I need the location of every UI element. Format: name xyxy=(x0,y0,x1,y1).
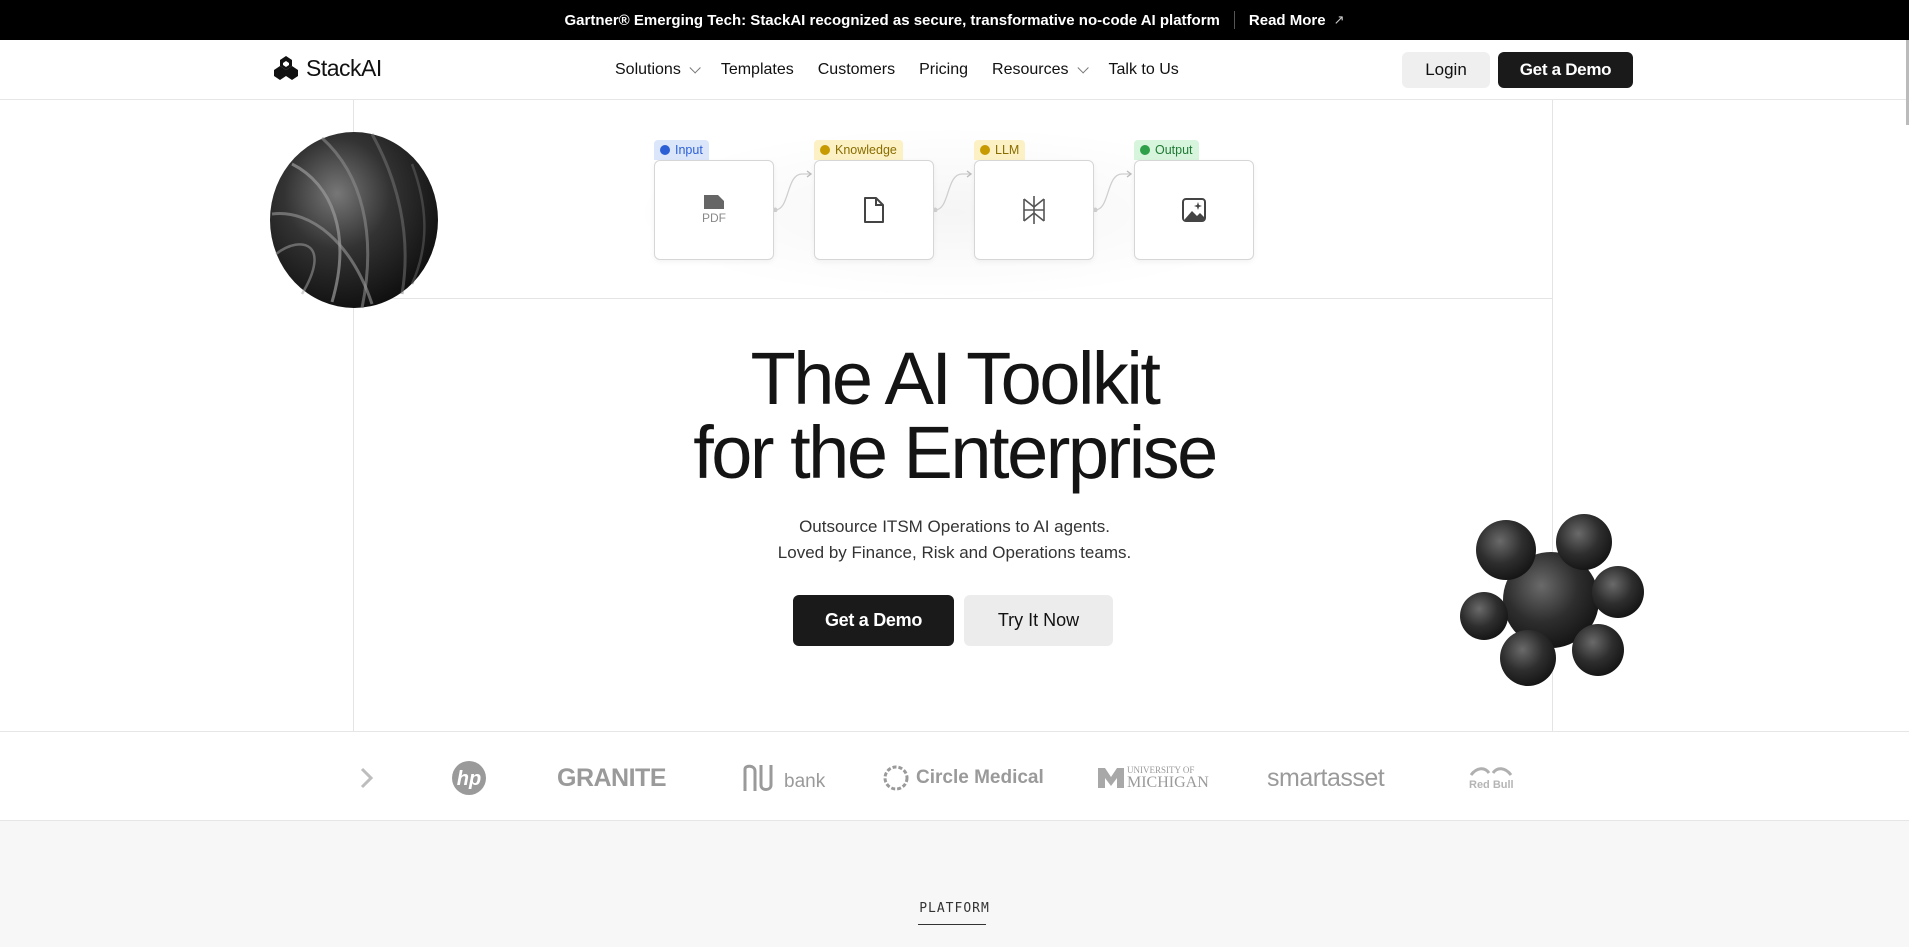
redbull-logo-text: Red Bull xyxy=(1469,779,1514,791)
get-demo-nav-button[interactable]: Get a Demo xyxy=(1498,52,1633,88)
pipeline-node-llm[interactable] xyxy=(974,160,1094,260)
announcement-bar: Gartner® Emerging Tech: StackAI recogniz… xyxy=(0,0,1909,40)
hero-subtitle-line-1: Outsource ITSM Operations to AI agents. xyxy=(799,517,1110,536)
node-tag-label: Knowledge xyxy=(835,143,897,157)
output-status-icon xyxy=(1140,145,1150,155)
hero-subtitle: Outsource ITSM Operations to AI agents. … xyxy=(0,514,1909,566)
knowledge-status-icon xyxy=(820,145,830,155)
pipeline-node-input[interactable]: PDF xyxy=(654,160,774,260)
get-demo-hero-button[interactable]: Get a Demo xyxy=(793,595,954,646)
nav-item-pricing[interactable]: Pricing xyxy=(919,61,968,79)
umich-logo-text-bottom: MICHIGAN xyxy=(1127,773,1209,791)
nav-item-label: Templates xyxy=(720,61,794,78)
pipeline-connector xyxy=(774,170,813,212)
chevron-down-icon xyxy=(1076,62,1089,74)
brand-logo[interactable]: StackAI xyxy=(272,54,382,82)
hero-title: The AI Toolkit for the Enterprise xyxy=(0,342,1909,490)
nav-item-templates[interactable]: Templates xyxy=(721,61,794,79)
document-icon xyxy=(864,197,884,223)
nav-item-label: Talk to Us xyxy=(1108,61,1179,78)
pdf-file-icon: PDF xyxy=(702,195,726,225)
llm-status-icon xyxy=(980,145,990,155)
partial-logo-icon xyxy=(360,762,374,794)
top-navigation: StackAI Solutions Templates Customers Pr… xyxy=(0,40,1909,100)
read-more-label: Read More xyxy=(1248,11,1326,29)
decorative-sphere-shape xyxy=(270,132,438,309)
nav-item-solutions[interactable]: Solutions xyxy=(615,61,701,79)
node-tag-label: LLM xyxy=(995,143,1020,157)
llm-model-icon xyxy=(1023,196,1045,224)
chevron-down-icon xyxy=(689,62,701,74)
node-tag-output: Output xyxy=(1134,140,1199,160)
redbull-logo: Red Bull xyxy=(1469,762,1514,794)
pipeline-node-knowledge[interactable] xyxy=(814,160,934,260)
pipeline-node-output[interactable] xyxy=(1134,160,1254,260)
nav-item-label: Customers xyxy=(817,61,896,78)
try-it-now-button[interactable]: Try It Now xyxy=(964,595,1113,646)
node-tag-input: Input xyxy=(654,140,709,160)
pipeline-connector xyxy=(1094,170,1133,212)
read-more-link[interactable]: Read More ↗ xyxy=(1249,12,1345,29)
stackai-logo-icon xyxy=(274,56,298,80)
hp-logo: hp xyxy=(450,761,488,795)
university-of-michigan-logo: UNIVERSITY OF MICHIGAN xyxy=(1097,762,1209,794)
nubank-logo: bank xyxy=(742,762,825,794)
announcement-text: Gartner® Emerging Tech: StackAI recogniz… xyxy=(564,11,1220,29)
platform-section xyxy=(0,821,1909,947)
image-icon xyxy=(1182,198,1206,222)
nav-item-label: Resources xyxy=(992,61,1069,78)
nav-item-customers[interactable]: Customers xyxy=(818,61,895,79)
arrow-up-right-icon: ↗ xyxy=(1333,12,1345,27)
pipeline-connector xyxy=(934,170,973,212)
hero-title-line-2: for the Enterprise xyxy=(693,411,1218,494)
nav-item-resources[interactable]: Resources xyxy=(992,61,1089,79)
input-status-icon xyxy=(660,145,670,155)
nav-links: Solutions Templates Customers Pricing Re… xyxy=(615,40,1179,100)
hero-title-line-1: The AI Toolkit xyxy=(750,337,1161,420)
nav-item-label: Solutions xyxy=(615,61,681,78)
login-button[interactable]: Login xyxy=(1402,52,1490,88)
node-tag-label: Input xyxy=(675,143,703,157)
node-tag-label: Output xyxy=(1155,143,1193,157)
node-tag-knowledge: Knowledge xyxy=(814,140,903,160)
node-tag-llm: LLM xyxy=(974,140,1026,160)
announcement-divider xyxy=(1233,11,1235,29)
brand-name: StackAI xyxy=(306,54,382,81)
platform-label: PLATFORM xyxy=(919,901,990,916)
platform-label-underline xyxy=(918,924,986,925)
hero-subtitle-line-2: Loved by Finance, Risk and Operations te… xyxy=(777,543,1132,562)
smartasset-logo: smartasset xyxy=(1267,763,1385,792)
circle-medical-logo-text: Circle Medical xyxy=(916,767,1044,788)
customer-logos-strip: hp GRANITE bank Circle Medical UNIVERSIT… xyxy=(0,731,1909,821)
pdf-label: PDF xyxy=(702,211,726,225)
nav-item-talk-to-us[interactable]: Talk to Us xyxy=(1109,61,1179,79)
nubank-logo-text: bank xyxy=(784,771,826,792)
hp-logo-text: hp xyxy=(457,768,481,790)
circle-medical-logo: Circle Medical xyxy=(882,762,1044,794)
nav-item-label: Pricing xyxy=(919,61,969,78)
granite-logo: GRANITE xyxy=(557,763,667,792)
